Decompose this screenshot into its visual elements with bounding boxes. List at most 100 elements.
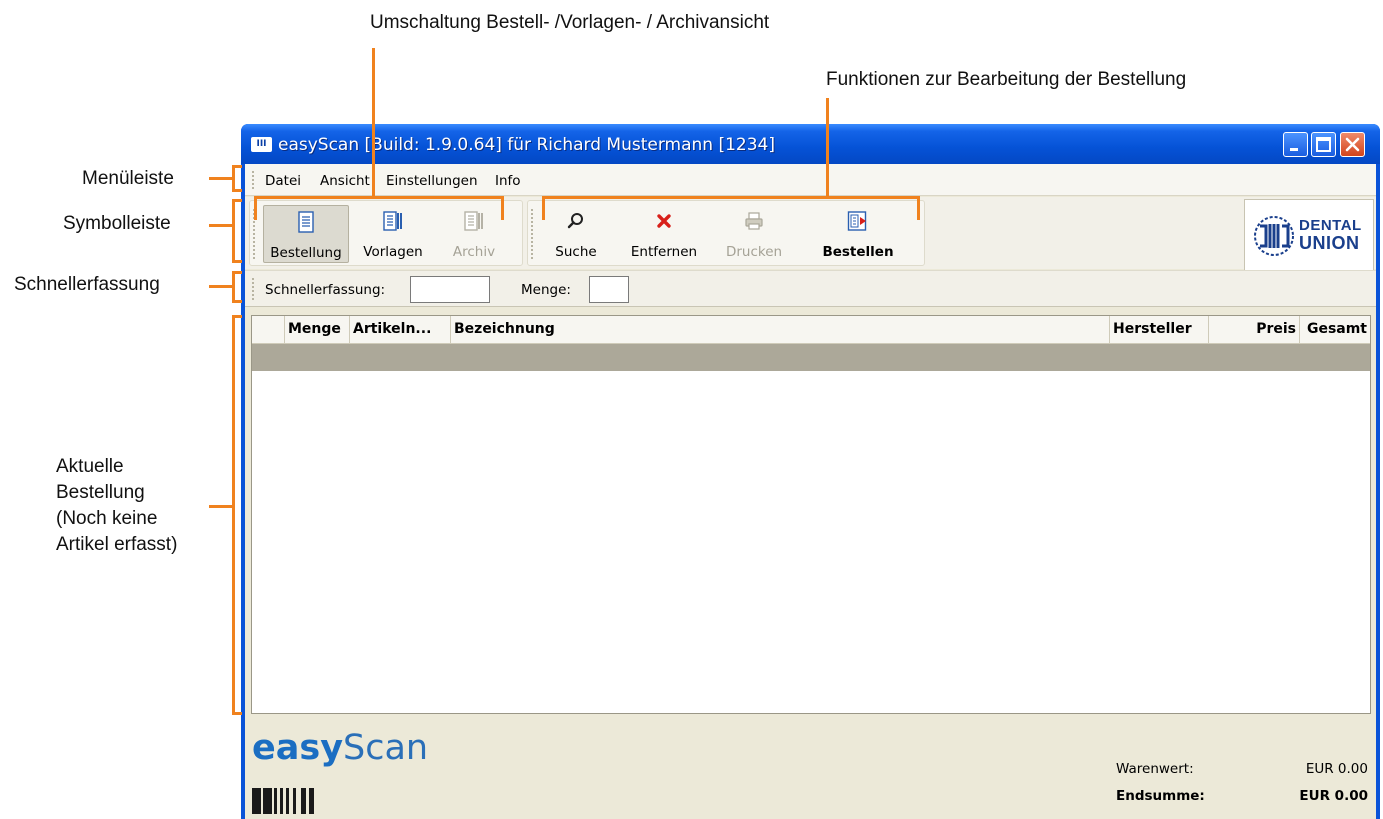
app-window: III easyScan [Build: 1.9.0.64] für Richa… (241, 124, 1380, 819)
annotation-quick-entry: Schnellerfassung (14, 274, 160, 295)
logo-dental: DENTAL (1299, 217, 1362, 234)
maximize-icon (1316, 137, 1331, 152)
warenwert-label: Warenwert: (1116, 761, 1194, 777)
maximize-button[interactable] (1311, 132, 1336, 157)
footer: easyScan Warenwert: EUR 0.00 Endsumme: E… (245, 720, 1376, 819)
connector-toolbar-vertical (232, 199, 235, 263)
search-icon (567, 213, 583, 229)
col-indicator[interactable] (252, 316, 285, 344)
menu-grip[interactable] (252, 171, 255, 189)
connector-quick-entry-stub (209, 285, 233, 288)
toolbar-grip[interactable] (531, 209, 534, 259)
title-bar[interactable]: III easyScan [Build: 1.9.0.64] für Richa… (241, 124, 1380, 164)
connector-menubar-top (232, 165, 242, 168)
menu-einstellungen[interactable]: Einstellungen (386, 173, 478, 189)
printer-icon (745, 212, 763, 230)
quick-entry-bar: Schnellerfassung: Menge: (245, 270, 1376, 307)
quantity-label: Menge: (521, 282, 571, 298)
dental-union-emblem (1254, 216, 1294, 256)
remove-icon (657, 214, 671, 228)
menu-bar: Datei Ansicht Einstellungen Info (245, 164, 1376, 196)
connector-edit-right-tick (917, 196, 920, 220)
connector-quick-entry-top (232, 271, 242, 274)
annotation-menubar: Menüleiste (82, 168, 174, 189)
quantity-input[interactable] (589, 276, 629, 303)
connector-order-stub (209, 505, 233, 508)
view-toolbar: Bestellung Vorlagen Archiv (249, 200, 523, 266)
connector-view-switch-bracket (254, 196, 504, 199)
close-button[interactable] (1340, 132, 1365, 157)
connector-order-top (232, 315, 242, 318)
app-icon: III (251, 137, 272, 152)
quick-entry-label: Schnellerfassung: (265, 282, 386, 298)
connector-view-switch-left-tick (254, 196, 257, 220)
annotation-current-order: Aktuelle Bestellung (Noch keine Artikel … (56, 454, 216, 558)
minimize-icon (1290, 148, 1298, 151)
selected-empty-row[interactable] (252, 344, 1370, 371)
connector-quick-entry-bottom (232, 300, 242, 303)
order-document-icon (298, 211, 314, 233)
connector-edit-vertical (826, 98, 829, 198)
col-hersteller[interactable]: Hersteller (1110, 316, 1209, 344)
connector-order-bottom (232, 712, 242, 715)
connector-edit-bracket (542, 196, 920, 199)
col-bezeichnung[interactable]: Bezeichnung (451, 316, 1110, 344)
annotation-line: Artikel erfasst) (56, 534, 178, 555)
connector-menubar-stub (209, 177, 233, 180)
col-preis[interactable]: Preis (1209, 316, 1300, 344)
menu-ansicht[interactable]: Ansicht (320, 173, 370, 189)
menu-datei[interactable]: Datei (265, 173, 301, 189)
annotation-toolbar: Symbolleiste (63, 213, 171, 234)
annotation-line: Aktuelle (56, 456, 124, 477)
bestellung-label: Bestellung (270, 245, 342, 261)
brand-easy: easy (252, 728, 344, 768)
warenwert-value: EUR 0.00 (1305, 761, 1368, 777)
connector-toolbar-top (232, 199, 242, 202)
grid-header: Menge Artikeln... Bezeichnung Hersteller… (252, 316, 1370, 344)
drucken-button[interactable]: Drucken (716, 205, 792, 263)
client-area: Datei Ansicht Einstellungen Info Bestell… (245, 164, 1376, 819)
toolbar: Bestellung Vorlagen Archiv Suche Entfern… (245, 197, 1376, 271)
dental-union-logo: DENTAL UNION (1244, 199, 1374, 271)
drucken-label: Drucken (725, 244, 783, 260)
annotation-view-switch: Umschaltung Bestell- /Vorlagen- / Archiv… (370, 12, 770, 33)
bestellen-button[interactable]: Bestellen (810, 205, 906, 263)
col-gesamt[interactable]: Gesamt (1300, 316, 1370, 344)
send-order-icon (847, 211, 867, 231)
connector-order-vertical (232, 315, 235, 715)
annotation-line: Bestellung (56, 482, 145, 503)
window-title: easyScan [Build: 1.9.0.64] für Richard M… (278, 135, 775, 155)
endsumme-value: EUR 0.00 (1299, 788, 1368, 804)
entfernen-label: Entfernen (630, 244, 698, 260)
logo-union: UNION (1299, 233, 1360, 253)
connector-toolbar-stub (209, 224, 233, 227)
quickbar-grip[interactable] (252, 278, 255, 300)
close-icon (1345, 137, 1360, 152)
col-menge[interactable]: Menge (285, 316, 350, 344)
endsumme-label: Endsumme: (1116, 788, 1205, 804)
connector-toolbar-bottom (232, 260, 242, 263)
archiv-button[interactable]: Archiv (439, 205, 509, 263)
vorlagen-label: Vorlagen (363, 244, 423, 260)
templates-icon (383, 211, 402, 231)
connector-view-switch-vertical (372, 48, 375, 198)
brand-scan: Scan (343, 728, 429, 768)
bestellen-label: Bestellen (822, 244, 894, 260)
order-grid[interactable]: Menge Artikeln... Bezeichnung Hersteller… (251, 315, 1371, 714)
easyscan-brand: easyScan (252, 728, 428, 768)
minimize-button[interactable] (1283, 132, 1308, 157)
vorlagen-button[interactable]: Vorlagen (351, 205, 435, 263)
annotation-edit-functions: Funktionen zur Bearbeitung der Bestellun… (826, 69, 1187, 90)
annotation-line: (Noch keine (56, 508, 158, 529)
archive-icon (464, 211, 483, 231)
connector-edit-left-tick (542, 196, 545, 220)
menu-info[interactable]: Info (495, 173, 521, 189)
quick-entry-input[interactable] (410, 276, 490, 303)
bestellung-button[interactable]: Bestellung (263, 205, 349, 263)
connector-menubar-bottom (232, 189, 242, 192)
entfernen-button[interactable]: Entfernen (622, 205, 706, 263)
col-artikelnummer[interactable]: Artikeln... (350, 316, 451, 344)
suche-button[interactable]: Suche (544, 205, 608, 263)
suche-label: Suche (555, 244, 597, 260)
connector-quick-entry-vertical (232, 271, 235, 303)
